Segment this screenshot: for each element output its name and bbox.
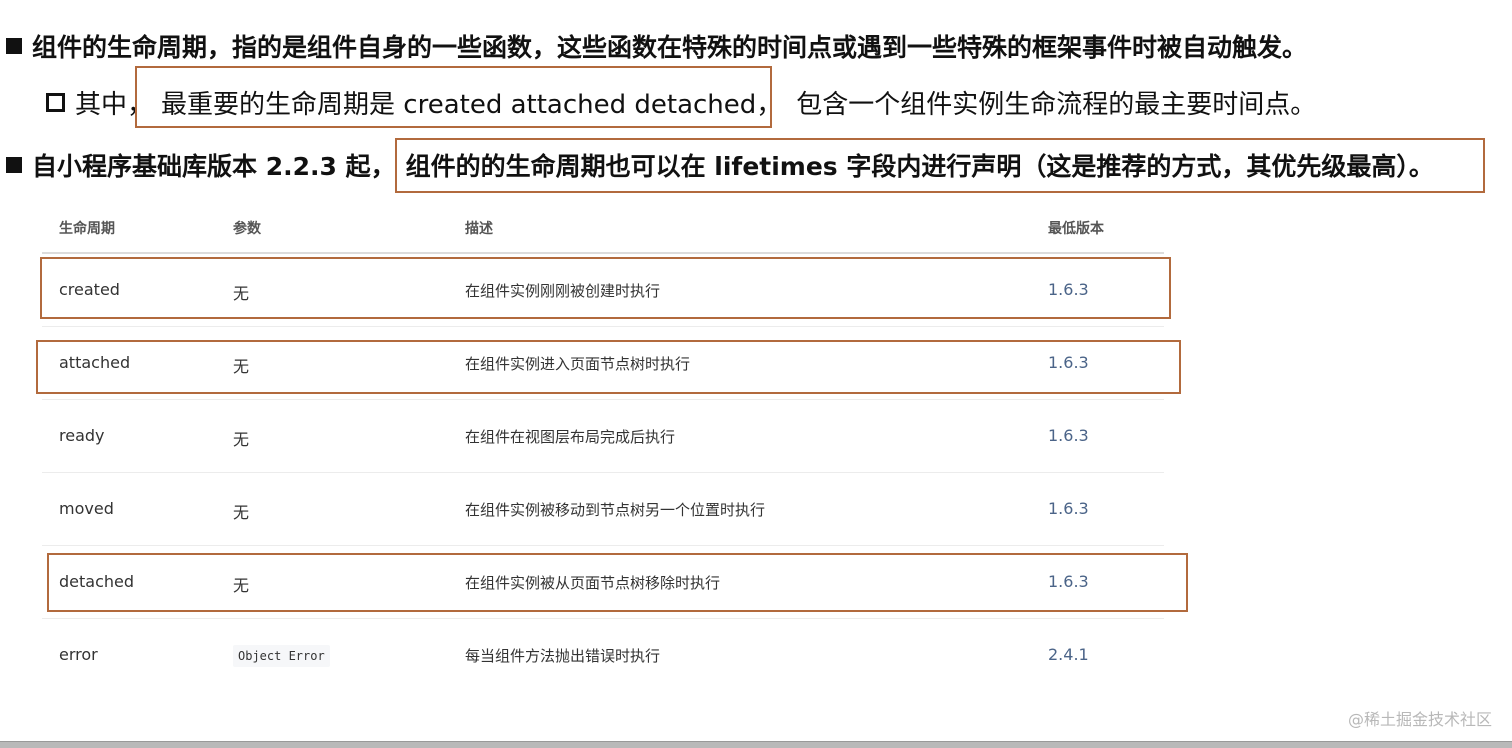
lifecycle-version: 1.6.3 (1048, 499, 1089, 518)
lifecycle-description: 在组件实例被移动到节点树另一个位置时执行 (465, 501, 766, 519)
lifecycle-description: 在组件实例刚刚被创建时执行 (465, 282, 661, 300)
table-row: error Object Error 每当组件方法抛出错误时执行 2.4.1 (42, 619, 1164, 691)
lifecycle-description: 每当组件方法抛出错误时执行 (465, 647, 661, 665)
lifecycle-name: detached (59, 572, 135, 591)
lifecycle-name: attached (59, 353, 131, 372)
header-description: 描述 (465, 221, 493, 237)
lifecycle-version: 1.6.3 (1048, 353, 1089, 372)
lifecycle-name: created (59, 280, 120, 299)
lifecycle-param: 无 (233, 576, 250, 595)
lifecycle-name: ready (59, 426, 105, 445)
lifecycle-name: moved (59, 499, 114, 518)
lifecycle-version: 1.6.3 (1048, 280, 1089, 299)
header-lifecycle: 生命周期 (59, 221, 115, 237)
watermark: @稀土掘金技术社区 (1347, 710, 1492, 729)
lifecycle-version: 1.6.3 (1048, 572, 1089, 591)
header-params: 参数 (233, 221, 261, 237)
code-object-error: Object Error (233, 645, 330, 667)
bullet-line-2-suffix: 包含一个组件实例生命流程的最主要时间点。 (796, 90, 1317, 120)
bullet-line-2: 其中， 最重要的生命周期是 created attached detached， 包… (46, 84, 1316, 121)
bullet-line-3-prefix: 自小程序基础库版本 2.2.3 起， (32, 152, 396, 181)
bullet-line-2-prefix: 其中， (75, 90, 154, 120)
lifecycle-table: 生命周期 参数 描述 最低版本 created 无 在组件实例刚刚被创建时执行 … (42, 198, 1164, 691)
bullet-line-3: 自小程序基础库版本 2.2.3 起， 组件的的生命周期也可以在 lifetimes… (6, 147, 1434, 183)
table-row: detached 无 在组件实例被从页面节点树移除时执行 1.6.3 (42, 546, 1164, 619)
bullet-line-3-highlight: 组件的的生命周期也可以在 lifetimes 字段内进行声明（这是推荐的方式，其… (405, 152, 1434, 181)
lifecycle-param: 无 (233, 357, 250, 376)
lifecycle-version: 1.6.3 (1048, 426, 1089, 445)
table-row: moved 无 在组件实例被移动到节点树另一个位置时执行 1.6.3 (42, 473, 1164, 546)
lifecycle-description: 在组件实例进入页面节点树时执行 (465, 355, 691, 373)
lifecycle-description: 在组件实例被从页面节点树移除时执行 (465, 574, 721, 592)
lifecycle-description: 在组件在视图层布局完成后执行 (465, 428, 676, 446)
filled-square-bullet-icon (6, 157, 22, 173)
bullet-line-2-highlight: 最重要的生命周期是 created attached detached， (161, 90, 783, 120)
header-min-version: 最低版本 (1048, 221, 1104, 237)
lifecycle-name: error (59, 645, 98, 664)
bullet-line-1: 组件的生命周期，指的是组件自身的一些函数，这些函数在特殊的时间点或遇到一些特殊的… (6, 28, 1307, 64)
bottom-bar (0, 741, 1512, 748)
lifecycle-param: 无 (233, 503, 250, 522)
lifecycle-param: Object Error (233, 645, 330, 667)
bullet-line-1-text: 组件的生命周期，指的是组件自身的一些函数，这些函数在特殊的时间点或遇到一些特殊的… (32, 33, 1308, 62)
table-header: 生命周期 参数 描述 最低版本 (42, 198, 1164, 254)
lifecycle-param: 无 (233, 430, 250, 449)
table-row: created 无 在组件实例刚刚被创建时执行 1.6.3 (42, 254, 1164, 327)
table-row: ready 无 在组件在视图层布局完成后执行 1.6.3 (42, 400, 1164, 473)
table-row: attached 无 在组件实例进入页面节点树时执行 1.6.3 (42, 327, 1164, 400)
hollow-square-bullet-icon (46, 93, 65, 112)
filled-square-bullet-icon (6, 38, 22, 54)
lifecycle-param: 无 (233, 284, 250, 303)
lifecycle-version: 2.4.1 (1048, 645, 1089, 664)
